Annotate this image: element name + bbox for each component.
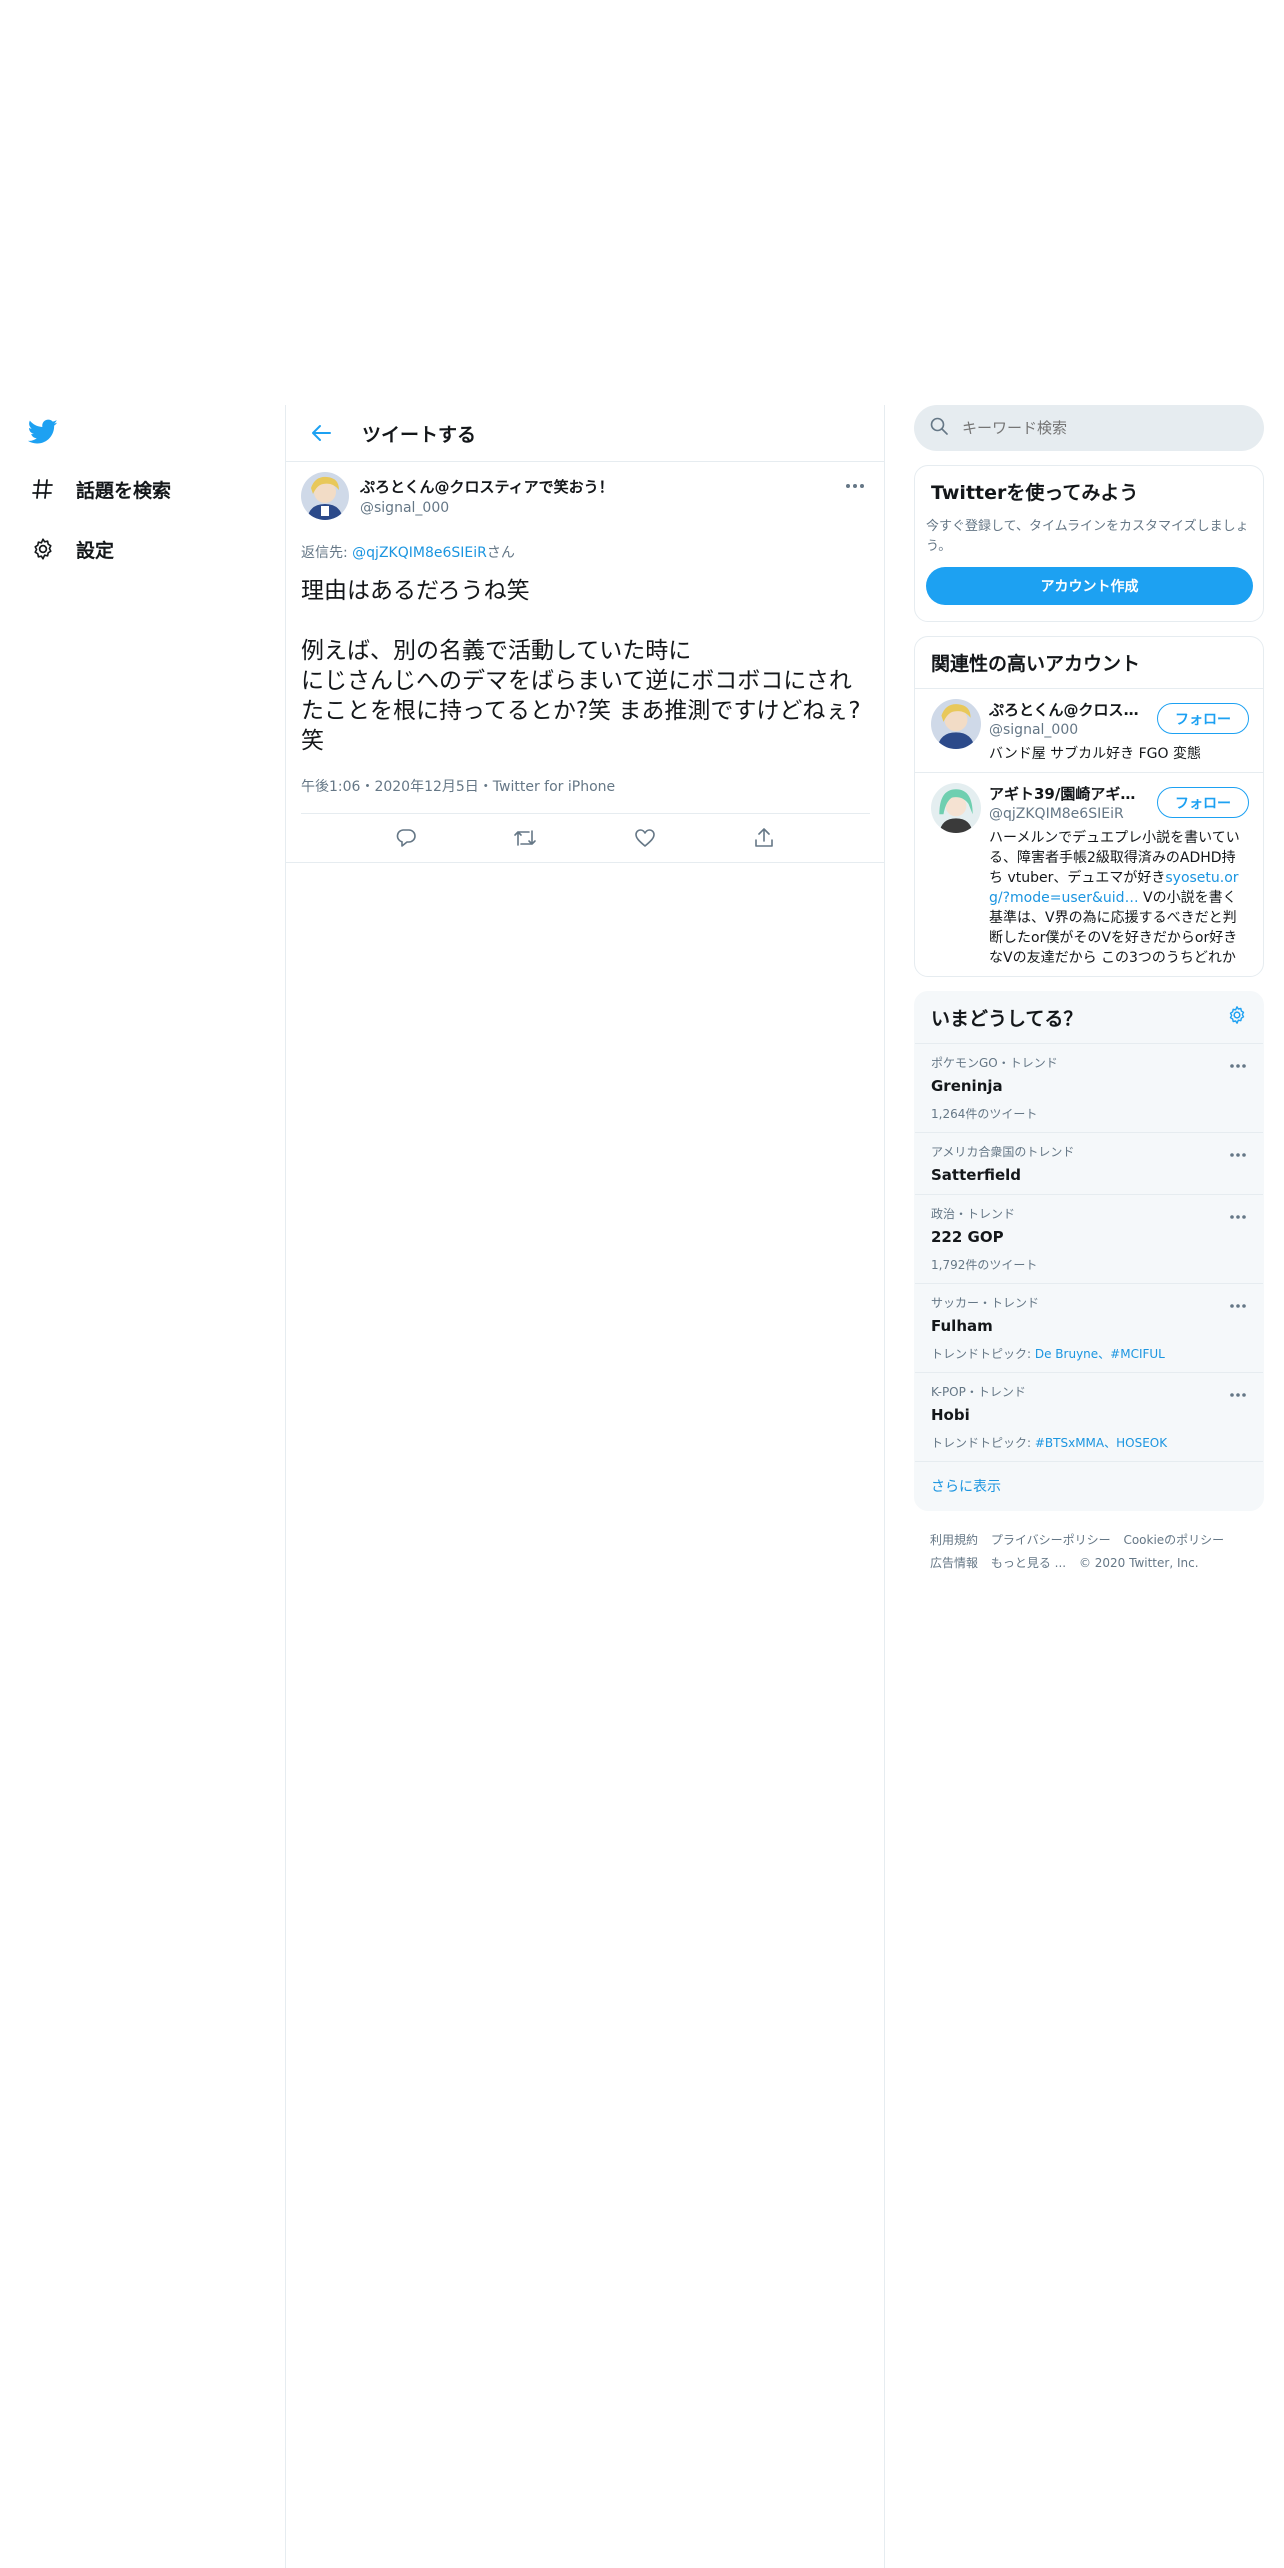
trend-tweet-count: 1,264件のツイート — [931, 1107, 1038, 1121]
avatar[interactable] — [301, 472, 349, 520]
trend-tweet-count: 1,792件のツイート — [931, 1258, 1038, 1272]
account-handle[interactable]: @signal_000 — [989, 722, 1139, 738]
like-icon[interactable] — [625, 818, 665, 858]
trend-name: Hobi — [931, 1406, 970, 1424]
trend-topics: トレンドトピック: #BTSxMMA、HOSEOK — [931, 1434, 1247, 1451]
account-item[interactable]: アギト39/園崎アギト🚢 @qjZKQIM8e6SIEiR フォロー ハーメルン… — [915, 773, 1263, 976]
author-handle[interactable]: @signal_000 — [360, 500, 614, 516]
author-name[interactable]: ぷろとくん@クロスティアで笑おう！ — [360, 476, 614, 497]
footer-link[interactable]: プライバシーポリシー — [991, 1533, 1111, 1547]
search-icon — [930, 417, 948, 439]
reply-context: 返信先: @qjZKQIM8e6SIEiRさん — [301, 542, 870, 562]
trend-topics-label: トレンドトピック: — [931, 1347, 1035, 1361]
trend-item[interactable]: アメリカ合衆国のトレンド Satterfield — [915, 1133, 1263, 1195]
trend-context: 政治・トレンド — [931, 1207, 1016, 1221]
author-names: ぷろとくん@クロスティアで笑おう！ @signal_000 — [360, 472, 614, 516]
avatar[interactable] — [931, 699, 981, 749]
copyright: © 2020 Twitter, Inc. — [1078, 1556, 1199, 1570]
back-arrow-icon[interactable] — [304, 416, 338, 450]
more-options-icon[interactable] — [840, 476, 870, 496]
account-bio: バンド屋 サブカル好き FGO 変態 — [989, 746, 1201, 762]
trend-context: ポケモンGO・トレンド — [931, 1056, 1058, 1070]
page: 話題を検索 設定 ツイートする ぷろとくん@クロスティアで笑おう！ @signa… — [0, 0, 1284, 2568]
gear-icon — [26, 532, 60, 566]
retweet-icon[interactable] — [505, 818, 545, 858]
more-options-icon[interactable] — [1229, 1205, 1249, 1221]
trends-card: いまどうしてる？ ポケモンGO・トレンド Greninja 1,264件のツイー… — [914, 991, 1264, 1511]
more-options-icon[interactable] — [1229, 1383, 1249, 1399]
tweet-text: 理由はあるだろうね笑 例えば、別の名義で活動していた時に にじさんじへのデマをば… — [301, 578, 861, 754]
page-title: ツイートする — [362, 423, 477, 446]
account-bio: ハーメルンでデュエプレ小説を書いている、障害者手帳2級取得済みのADHD持ち v… — [989, 828, 1249, 968]
reply-icon[interactable] — [386, 818, 426, 858]
show-more-link[interactable]: さらに表示 — [915, 1462, 1263, 1510]
gear-icon[interactable] — [1227, 1005, 1247, 1030]
search-bar[interactable] — [914, 405, 1264, 451]
reply-prefix: 返信先: — [301, 545, 353, 561]
twitter-logo-icon[interactable] — [27, 419, 62, 449]
trend-context: サッカー・トレンド — [931, 1296, 1040, 1310]
footer-link[interactable]: 利用規約 — [930, 1533, 978, 1547]
signup-card: Twitterを使ってみよう 今すぐ登録して、タイムラインをカスタマイズしましょ… — [914, 465, 1264, 622]
signup-title: Twitterを使ってみよう — [931, 482, 1139, 504]
trend-name: Satterfield — [931, 1166, 1022, 1184]
avatar[interactable] — [931, 783, 981, 833]
trend-name: Fulham — [931, 1317, 993, 1335]
follow-button[interactable]: フォロー — [1157, 787, 1249, 818]
tweet-header: ぷろとくん@クロスティアで笑おう！ @signal_000 — [301, 472, 870, 526]
trend-topics-links[interactable]: #BTSxMMA、HOSEOK — [1035, 1436, 1167, 1450]
create-account-button[interactable]: アカウント作成 — [926, 567, 1253, 605]
trend-topics-links[interactable]: De Bruyne、#MCIFUL — [1035, 1347, 1165, 1361]
trend-item[interactable]: 政治・トレンド 222 GOP 1,792件のツイート — [915, 1195, 1263, 1284]
right-sidebar: Twitterを使ってみよう 今すぐ登録して、タイムラインをカスタマイズしましょ… — [914, 405, 1264, 1593]
related-accounts-card: 関連性の高いアカウント ぷろとくん@クロスティアで笑おう！ @signal_00… — [914, 636, 1264, 977]
column-header: ツイートする — [286, 405, 884, 462]
trend-topics: トレンドトピック: De Bruyne、#MCIFUL — [931, 1345, 1247, 1362]
more-options-icon[interactable] — [1229, 1054, 1249, 1070]
nav-item-explore[interactable]: 話題を検索 — [26, 469, 171, 509]
trend-context: アメリカ合衆国のトレンド — [931, 1145, 1075, 1159]
hashtag-icon — [26, 472, 60, 506]
trend-item[interactable]: サッカー・トレンド Fulham トレンドトピック: De Bruyne、#MC… — [915, 1284, 1263, 1373]
footer-link[interactable]: 広告情報 — [930, 1556, 978, 1570]
trend-context: K-POP・トレンド — [931, 1385, 1026, 1399]
trend-name: 222 GOP — [931, 1228, 1004, 1246]
account-name[interactable]: ぷろとくん@クロスティアで笑おう！ — [989, 699, 1139, 720]
more-options-icon[interactable] — [1229, 1294, 1249, 1310]
trends-header: いまどうしてる？ — [915, 992, 1263, 1044]
account-handle[interactable]: @qjZKQIM8e6SIEiR — [989, 806, 1139, 822]
related-accounts-title: 関連性の高いアカウント — [915, 637, 1263, 689]
trends-title: いまどうしてる？ — [931, 1008, 1083, 1030]
trend-topics-label: トレンドトピック: — [931, 1436, 1035, 1450]
search-input[interactable] — [962, 419, 1212, 437]
nav-item-settings[interactable]: 設定 — [26, 529, 114, 569]
signup-description: 今すぐ登録して、タイムラインをカスタマイズしましょう。 — [926, 519, 1249, 554]
follow-button[interactable]: フォロー — [1157, 703, 1249, 734]
reply-to-link[interactable]: @qjZKQIM8e6SIEiR — [352, 545, 487, 561]
footer-link[interactable]: もっと見る ... — [991, 1556, 1066, 1570]
nav-item-label: 話題を検索 — [76, 479, 172, 502]
reply-suffix: さん — [486, 545, 515, 561]
nav-item-label: 設定 — [76, 539, 115, 562]
account-item[interactable]: ぷろとくん@クロスティアで笑おう！ @signal_000 フォロー バンド屋 … — [915, 689, 1263, 773]
trend-item[interactable]: K-POP・トレンド Hobi トレンドトピック: #BTSxMMA、HOSEO… — [915, 1373, 1263, 1462]
trend-name: Greninja — [931, 1077, 1003, 1095]
tweet-timestamp[interactable]: 午後1:06・2020年12月5日・Twitter for iPhone — [301, 776, 870, 814]
tweet-column: ツイートする ぷろとくん@クロスティアで笑おう！ @signal_000 返信先… — [285, 405, 885, 2568]
footer-link[interactable]: Cookieのポリシー — [1123, 1533, 1224, 1547]
account-name[interactable]: アギト39/園崎アギト🚢 — [989, 783, 1139, 804]
more-options-icon[interactable] — [1229, 1143, 1249, 1159]
tweet-detail: ぷろとくん@クロスティアで笑おう！ @signal_000 返信先: @qjZK… — [286, 462, 884, 863]
share-icon[interactable] — [744, 818, 784, 858]
trend-item[interactable]: ポケモンGO・トレンド Greninja 1,264件のツイート — [915, 1044, 1263, 1133]
sidebar-footer: 利用規約 プライバシーポリシー Cookieのポリシー 広告情報 もっと見る .… — [914, 1511, 1264, 1593]
tweet-actions — [286, 814, 884, 863]
